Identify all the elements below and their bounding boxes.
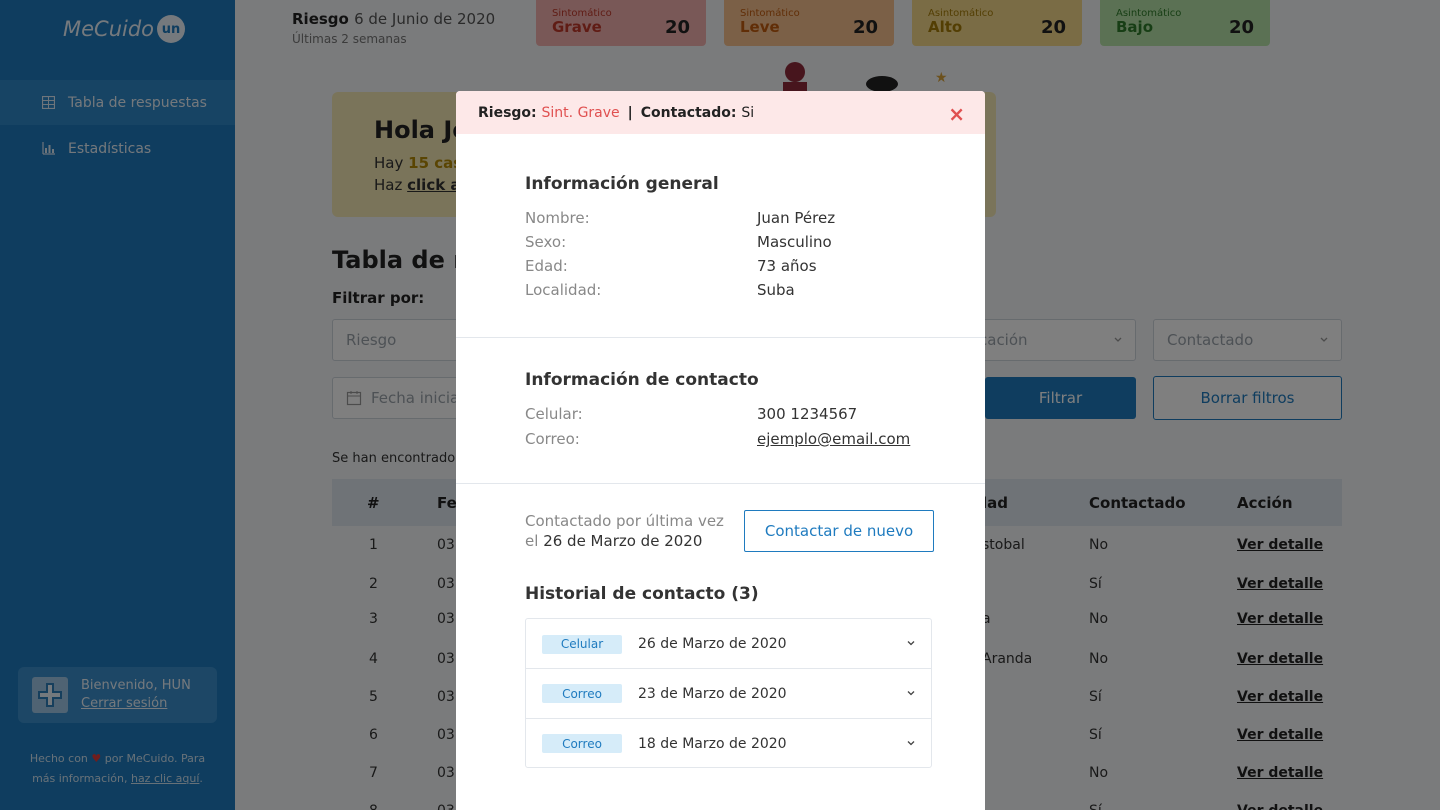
chevron-down-icon [907, 741, 915, 746]
last-contact-date: 26 de Marzo de 2020 [543, 532, 703, 550]
field-value-sexo: Masculino [757, 233, 832, 251]
history-date: 26 de Marzo de 2020 [638, 636, 787, 652]
field-value-celular: 300 1234567 [757, 405, 858, 423]
field-label-nombre: Nombre: [525, 209, 590, 227]
email-link[interactable]: ejemplo@email.com [757, 430, 910, 448]
case-detail-modal: Riesgo: Sint. Grave | Contactado: Si × I… [456, 91, 985, 810]
modal-separator: | [627, 104, 633, 121]
channel-tag: Celular [542, 634, 622, 654]
contact-again-button[interactable]: Contactar de nuevo [744, 510, 934, 552]
last-contact-info: Contactado por última vez el 26 de Marzo… [525, 511, 735, 551]
section-divider [456, 483, 985, 484]
section-divider [456, 337, 985, 338]
history-item[interactable]: Correo 18 de Marzo de 2020 [526, 718, 931, 768]
modal-header: Riesgo: Sint. Grave | Contactado: Si [456, 91, 985, 134]
close-icon[interactable]: × [948, 102, 965, 126]
history-date: 23 de Marzo de 2020 [638, 685, 787, 702]
contact-history-list: Celular 26 de Marzo de 2020 Correo 23 de… [525, 618, 932, 768]
contact-info-title: Información de contacto [525, 370, 759, 390]
chevron-down-icon [907, 641, 915, 646]
field-label-correo: Correo: [525, 430, 580, 448]
history-title: Historial de contacto (3) [525, 584, 759, 604]
history-item[interactable]: Correo 23 de Marzo de 2020 [526, 668, 931, 718]
field-label-localidad: Localidad: [525, 281, 602, 299]
modal-risk-value: Sint. Grave [541, 104, 620, 121]
field-value-edad: 73 años [757, 257, 817, 275]
modal-contacted-value: Si [741, 104, 755, 121]
field-label-sexo: Sexo: [525, 233, 567, 251]
history-item[interactable]: Celular 26 de Marzo de 2020 [526, 619, 931, 669]
history-date: 18 de Marzo de 2020 [638, 735, 787, 752]
channel-tag: Correo [542, 734, 622, 753]
field-label-edad: Edad: [525, 257, 568, 275]
field-value-nombre: Juan Pérez [757, 209, 836, 227]
general-info-title: Información general [525, 174, 719, 194]
modal-contacted-label: Contactado: [640, 104, 737, 121]
modal-risk-label: Riesgo: [478, 104, 537, 121]
channel-tag: Correo [542, 684, 622, 703]
field-value-localidad: Suba [757, 281, 795, 299]
chevron-down-icon [907, 691, 915, 696]
field-label-celular: Celular: [525, 405, 583, 423]
